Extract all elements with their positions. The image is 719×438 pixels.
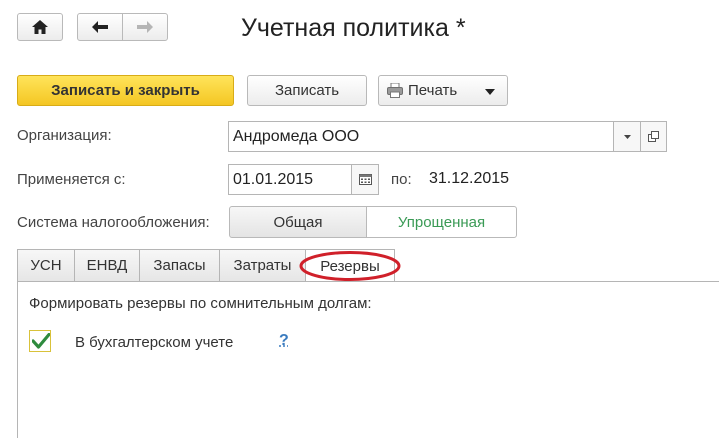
home-icon [32,20,48,34]
save-label: Записать [274,82,340,99]
print-label: Печать [408,82,458,99]
checkmark-icon [32,333,50,349]
triangle-down-icon [623,134,631,139]
date-from-value: 01.01.2015 [233,170,314,188]
tab-stocks[interactable]: Запасы [139,249,220,281]
tax-option-simplified-label: Упрощенная [397,213,486,231]
date-to-value: 31.12.2015 [429,170,510,187]
tab-stocks-label: Запасы [153,257,206,274]
back-button[interactable] [77,13,123,41]
date-to-label: по: [391,171,412,188]
tab-usn[interactable]: УСН [17,249,75,281]
highlight-ellipse [299,251,401,281]
tab-usn-label: УСН [30,257,62,274]
calendar-icon [358,174,372,185]
tax-system-label: Система налогообложения: [17,214,210,231]
page-title: Учетная политика * [241,14,466,42]
date-from-field[interactable]: 01.01.2015 [228,164,352,195]
tab-costs-label: Затраты [233,257,292,274]
save-and-close-button[interactable]: Записать и закрыть [17,75,234,106]
triangle-down-icon [485,89,495,95]
tab-costs[interactable]: Затраты [219,249,306,281]
tax-option-general-label: Общая [273,213,323,231]
tab-envd-label: ЕНВД [86,257,128,274]
organization-value: Андромеда ООО [233,127,360,145]
arrow-right-icon [137,21,153,33]
reserves-panel: Формировать резервы по сомнительным долг… [17,281,719,438]
help-link[interactable]: ? [279,332,289,350]
organization-open-button[interactable] [640,121,667,152]
tax-option-simplified[interactable]: Упрощенная [366,206,517,238]
open-form-icon [648,131,659,142]
accounting-checkbox-label: В бухгалтерском учете [75,334,234,351]
save-and-close-label: Записать и закрыть [51,82,200,99]
accounting-checkbox[interactable] [29,330,51,352]
printer-icon [387,83,403,98]
tab-envd[interactable]: ЕНВД [74,249,140,281]
tax-option-general[interactable]: Общая [229,206,367,238]
arrow-left-icon [92,21,108,33]
organization-dropdown-button[interactable] [613,121,641,152]
organization-field[interactable]: Андромеда ООО [228,121,614,152]
calendar-button[interactable] [351,164,379,195]
applies-from-label: Применяется с: [17,171,126,188]
reserves-heading: Формировать резервы по сомнительным долг… [29,295,372,312]
home-button[interactable] [17,13,63,41]
print-button[interactable]: Печать [378,75,508,106]
forward-button[interactable] [122,13,168,41]
organization-label: Организация: [17,127,112,144]
save-button[interactable]: Записать [247,75,367,106]
